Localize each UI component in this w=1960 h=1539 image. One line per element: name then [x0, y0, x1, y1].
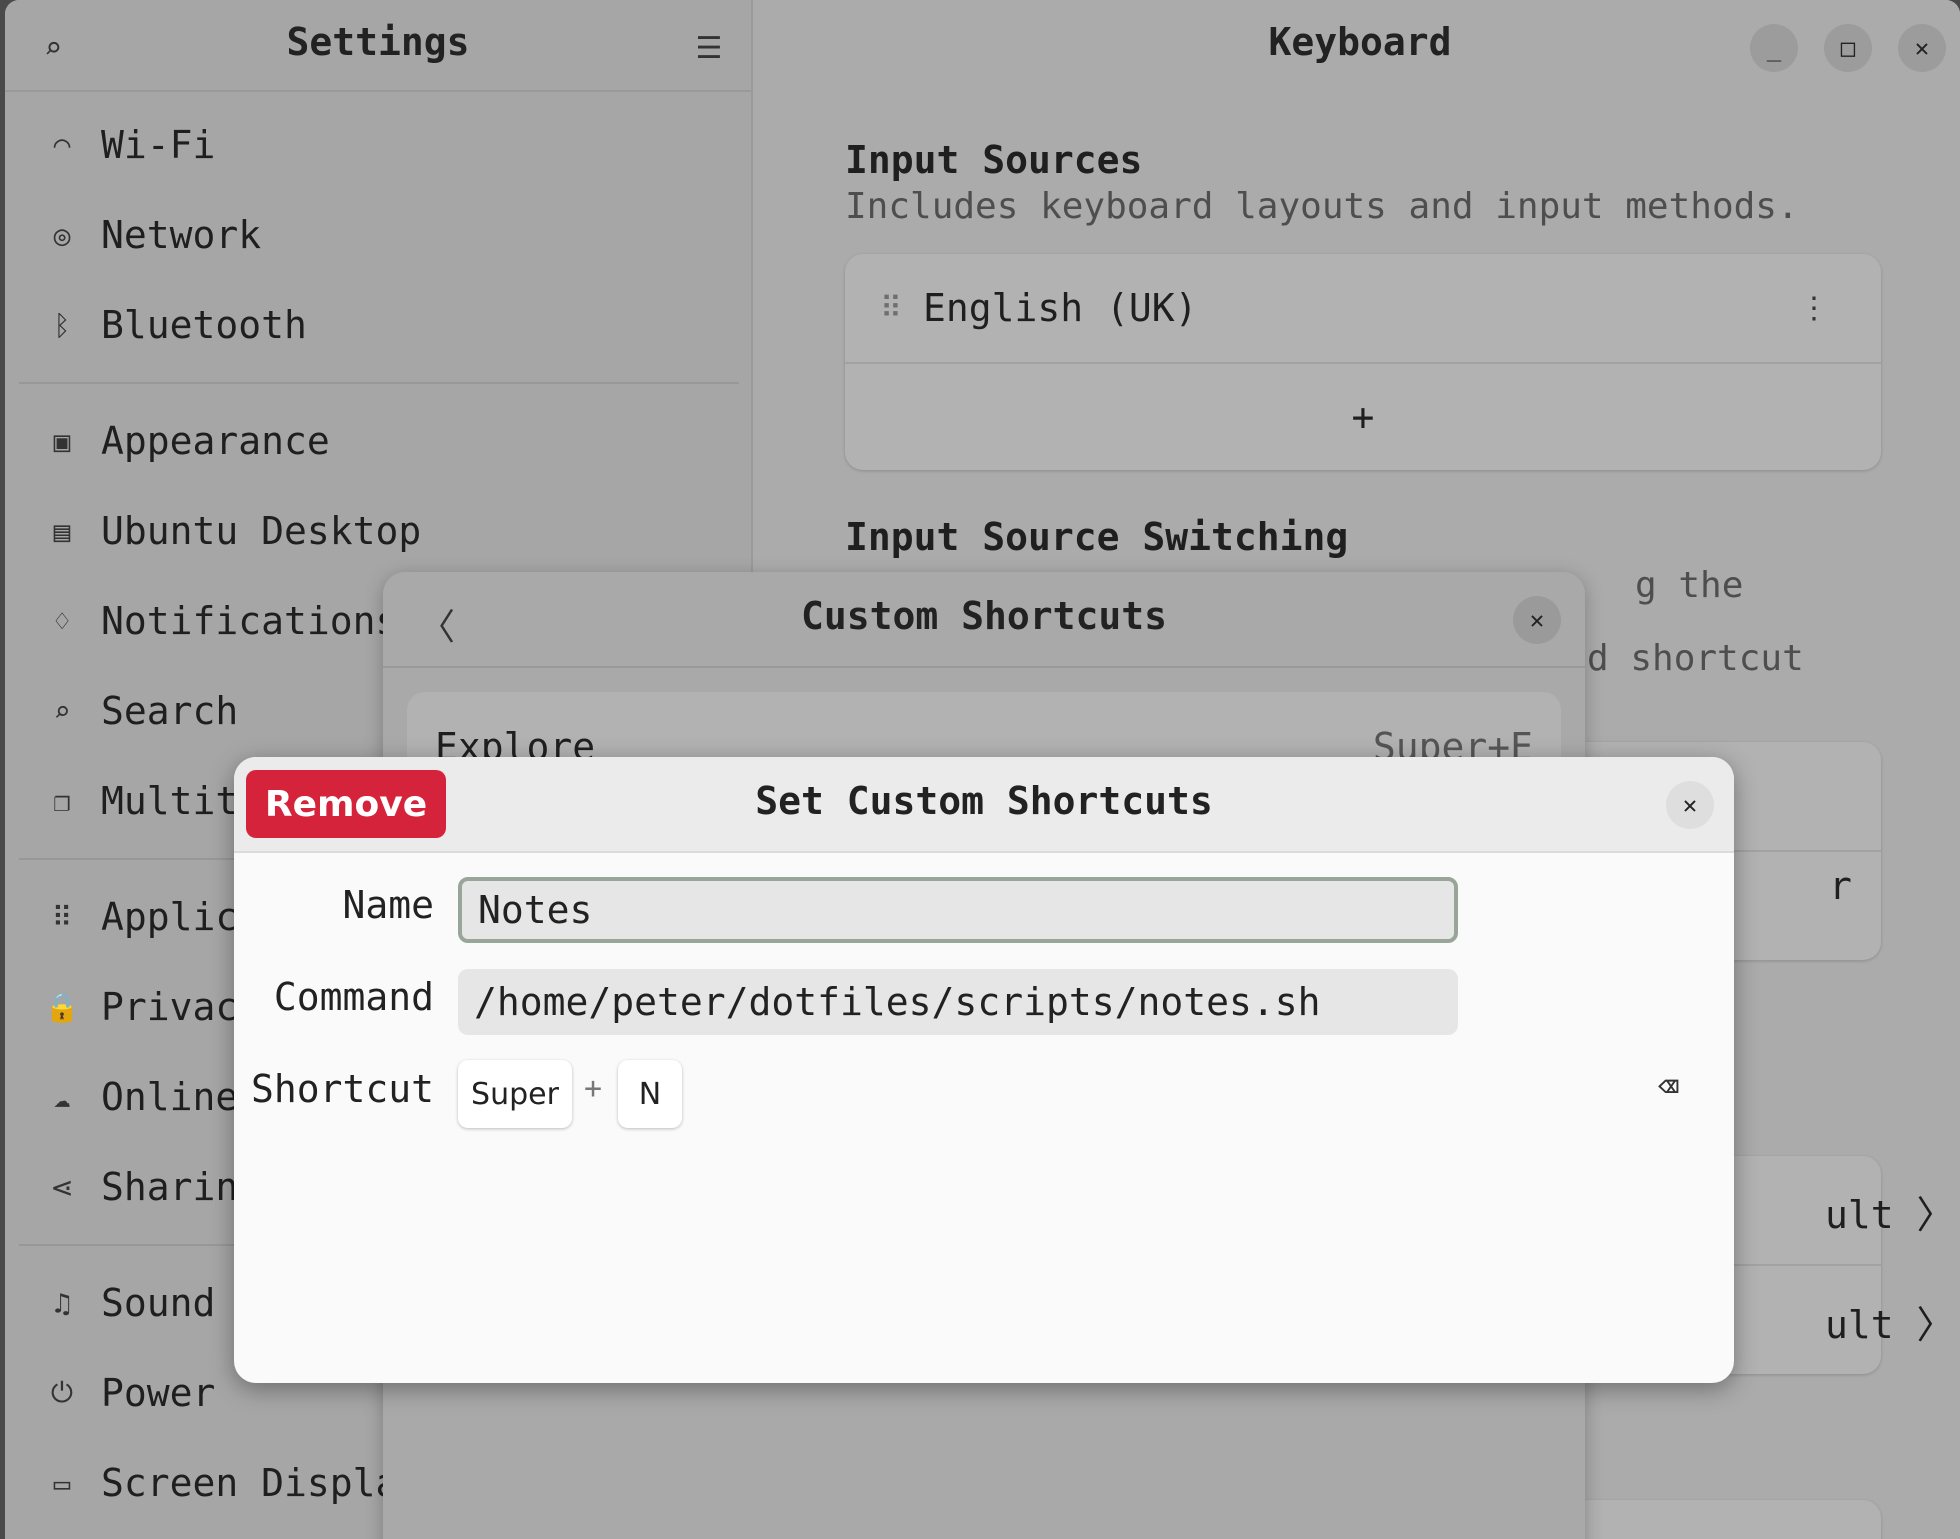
cloud-icon: ☁ [53, 1080, 71, 1114]
close-icon: ✕ [1914, 34, 1930, 62]
sidebar-item-label: Multit [101, 779, 239, 823]
command-label: Command [273, 975, 434, 1019]
maximize-button[interactable]: □ [1824, 24, 1872, 72]
apps-icon: ⠿ [51, 900, 73, 934]
maximize-icon: □ [1840, 34, 1856, 62]
chevron-right-icon: 〉 [1916, 1193, 1955, 1237]
switching-subtitle-fragment-2: d shortcut [1587, 638, 1804, 679]
display-icon: ▭ [53, 1466, 71, 1500]
appearance-icon: ▣ [53, 424, 71, 458]
sidebar-item-label: Applic [101, 895, 239, 939]
sidebar-item-label: Ubuntu Desktop [101, 509, 422, 553]
custom-shortcuts-header: 〈 Custom Shortcuts ✕ [383, 572, 1585, 668]
set-dialog-close-button[interactable]: ✕ [1666, 781, 1714, 829]
sidebar-item-label: Notifications [101, 599, 399, 643]
set-dialog-header: Remove Set Custom Shortcuts ✕ [234, 757, 1734, 853]
close-window-button[interactable]: ✕ [1898, 24, 1946, 72]
multitasking-icon: ❐ [53, 784, 71, 818]
clear-shortcut-icon[interactable]: ⌫ [1658, 1067, 1678, 1107]
sidebar-item-label: Online [101, 1075, 239, 1119]
sidebar-item-label: Sound [101, 1281, 216, 1325]
chevron-right-icon: 〉 [1916, 1303, 1955, 1347]
music-icon: ♫ [53, 1286, 71, 1320]
name-label: Name [342, 883, 434, 927]
drag-handle-icon[interactable]: ⠿ [859, 291, 919, 326]
network-icon: ◎ [53, 218, 71, 252]
main-header: Keyboard _ □ ✕ [755, 0, 1960, 92]
sidebar-item-wi-fi[interactable]: ◠ Wi-Fi [5, 100, 753, 190]
sidebar-item-label: Bluetooth [101, 303, 307, 347]
input-sources-title: Input Sources [845, 138, 1143, 182]
switching-subtitle-fragment: g the [1635, 565, 1744, 606]
close-icon: ✕ [1682, 791, 1698, 819]
more-options-icon[interactable]: ⋮ [1799, 291, 1829, 326]
switching-title: Input Source Switching [845, 515, 1349, 559]
shortcut-row-1[interactable]: ult 〉 [1825, 1184, 1955, 1239]
set-custom-shortcut-dialog: Remove Set Custom Shortcuts ✕ Name Notes… [234, 757, 1734, 1383]
key-plus: + [584, 1071, 603, 1106]
sidebar-item-appearance[interactable]: ▣ Appearance [5, 396, 753, 486]
shortcut-label: Shortcut [250, 1067, 434, 1111]
keycap-n: N [618, 1060, 682, 1128]
sidebar-item-label: Power [101, 1371, 216, 1415]
sidebar-separator [19, 382, 739, 384]
sidebar-item-label: Appearance [101, 419, 330, 463]
minimize-button[interactable]: _ [1750, 24, 1798, 72]
minimize-icon: _ [1766, 34, 1782, 62]
sidebar-item-label: Search [101, 689, 239, 733]
shortcut-row-2[interactable]: ult 〉 [1825, 1294, 1955, 1349]
switching-row-fragment: r [1829, 864, 1852, 908]
bluetooth-icon: ᛒ [53, 308, 71, 342]
input-source-label: English (UK) [923, 286, 1198, 330]
custom-shortcuts-title: Custom Shortcuts [800, 594, 1168, 638]
add-input-source-button[interactable]: + [845, 362, 1881, 470]
sidebar-item-bluetooth[interactable]: ᛒ Bluetooth [5, 280, 753, 370]
power-icon: ⏻ [50, 1376, 74, 1409]
set-dialog-title: Set Custom Shortcuts [755, 779, 1213, 823]
input-source-row[interactable]: ⠿ English (UK) ⋮ [845, 254, 1881, 362]
sidebar-item-label: Sharin [101, 1165, 239, 1209]
search-icon: ⌕ [53, 694, 71, 728]
close-icon: ✕ [1529, 606, 1545, 634]
sidebar-header: ⌕ Settings ☰ [5, 0, 751, 92]
add-icon: + [1351, 395, 1375, 439]
shortcut-row-2-label: ult [1825, 1303, 1894, 1347]
sidebar-item-network[interactable]: ◎ Network [5, 190, 753, 280]
ubuntu-desktop-icon: ▤ [53, 514, 71, 548]
sidebar-item-label: Network [101, 213, 262, 257]
custom-shortcuts-close-button[interactable]: ✕ [1513, 596, 1561, 644]
shortcut-row-1-label: ult [1825, 1193, 1894, 1237]
sidebar-item-label: Screen Displa [101, 1461, 399, 1505]
input-sources-card: ⠿ English (UK) ⋮ + [845, 254, 1881, 470]
sidebar-item-ubuntu-desktop[interactable]: ▤ Ubuntu Desktop [5, 486, 753, 576]
command-input[interactable]: /home/peter/dotfiles/scripts/notes.sh [458, 969, 1458, 1035]
sidebar-item-label: Privac [101, 985, 239, 1029]
name-input[interactable]: Notes [458, 877, 1458, 943]
share-icon: ⋖ [50, 1170, 74, 1204]
lock-icon: 🔒 [44, 990, 80, 1024]
menu-icon[interactable]: ☰ [689, 28, 729, 68]
keycap-super: Super [458, 1060, 572, 1128]
sidebar-item-label: Wi-Fi [101, 123, 216, 167]
wifi-icon: ◠ [53, 128, 71, 162]
bell-icon: ♢ [53, 604, 71, 638]
sidebar-title: Settings [286, 20, 470, 64]
input-sources-subtitle: Includes keyboard layouts and input meth… [845, 186, 1799, 227]
